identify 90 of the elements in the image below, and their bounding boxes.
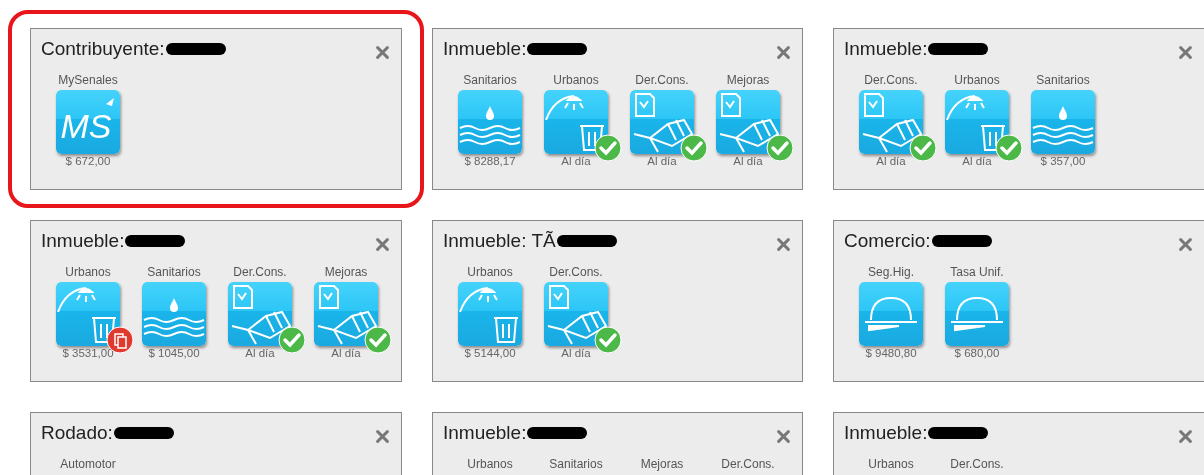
lamp-trash-icon[interactable]: [544, 90, 608, 154]
close-icon[interactable]: [1179, 429, 1192, 443]
card-title: Inmueble:: [41, 230, 125, 252]
redaction-mark: [527, 427, 588, 439]
check-badge-icon: [364, 326, 392, 354]
helmet-icon[interactable]: [945, 282, 1009, 346]
logo-icon[interactable]: MS: [56, 90, 120, 154]
card-title: Inmueble:: [844, 38, 928, 60]
redaction-mark: [125, 235, 186, 247]
redaction-mark: [165, 43, 226, 55]
lamp-trash-icon[interactable]: [945, 90, 1009, 154]
amount-text: Al día: [561, 347, 591, 360]
document-building-icon[interactable]: [314, 282, 378, 346]
amount-text: $ 1045,00: [148, 347, 200, 360]
close-icon[interactable]: [1179, 237, 1192, 251]
redaction-mark: [113, 427, 174, 439]
check-badge-icon: [680, 134, 708, 162]
close-icon[interactable]: [376, 429, 389, 443]
close-icon[interactable]: [777, 429, 790, 443]
card-title: Inmueble:: [443, 38, 527, 60]
tax-label: Mejoras: [726, 73, 770, 88]
amount-text: Al día: [962, 155, 992, 168]
check-badge-icon: [766, 134, 794, 162]
close-icon[interactable]: [376, 237, 389, 251]
lamp-trash-icon[interactable]: [458, 282, 522, 346]
tax-label: Automotor: [60, 457, 116, 472]
tax-label: Sanitarios: [463, 73, 517, 88]
check-badge-icon: [278, 326, 306, 354]
tax-label: Urbanos: [65, 265, 111, 280]
tax-label: Der.Cons.: [549, 265, 603, 280]
document-building-icon[interactable]: [544, 282, 608, 346]
tax-label: Der.Cons.: [635, 73, 689, 88]
redaction-mark: [928, 427, 989, 439]
tax-label: MySenales: [58, 73, 118, 88]
document-building-icon[interactable]: [716, 90, 780, 154]
amount-text: Al día: [331, 347, 361, 360]
amount-text: $ 357,00: [1040, 155, 1086, 168]
tax-label: Mejoras: [324, 265, 368, 280]
check-badge-icon: [594, 134, 622, 162]
redaction-mark: [556, 235, 617, 247]
tax-label: Urbanos: [868, 457, 914, 472]
check-badge-icon: [909, 134, 937, 162]
document-building-icon[interactable]: [228, 282, 292, 346]
tax-label: Der.Cons.: [721, 457, 775, 472]
card-title: Comercio:: [844, 230, 931, 252]
amount-text: Al día: [876, 155, 906, 168]
card-title: Contribuyente:: [41, 38, 165, 60]
tax-label: Seg.Hig.: [868, 265, 914, 280]
helmet-icon[interactable]: [859, 282, 923, 346]
amount-text: $ 672,00: [65, 155, 111, 168]
tax-label: Tasa Unif.: [950, 265, 1004, 280]
tax-label: Urbanos: [467, 265, 513, 280]
tax-label: Urbanos: [467, 457, 513, 472]
lamp-trash-icon[interactable]: [56, 282, 120, 346]
redaction-mark: [931, 235, 992, 247]
tax-label: Der.Cons.: [233, 265, 287, 280]
check-badge-icon: [995, 134, 1023, 162]
amount-text: $ 3531,00: [62, 347, 114, 360]
close-icon[interactable]: [1179, 45, 1192, 59]
amount-text: Al día: [245, 347, 275, 360]
check-badge-icon: [594, 326, 622, 354]
document-building-icon[interactable]: [859, 90, 923, 154]
amount-text: $ 9480,80: [865, 347, 917, 360]
tax-label: Der.Cons.: [950, 457, 1004, 472]
tax-label: Urbanos: [553, 73, 599, 88]
amount-text: $ 5144,00: [464, 347, 516, 360]
close-icon[interactable]: [376, 45, 389, 59]
card-title: Rodado:: [41, 422, 113, 444]
close-icon[interactable]: [777, 45, 790, 59]
tax-label: Sanitarios: [1036, 73, 1090, 88]
card-title: Inmueble:: [443, 422, 527, 444]
tax-label: Sanitarios: [549, 457, 603, 472]
redaction-mark: [928, 43, 989, 55]
tax-label: Mejoras: [640, 457, 684, 472]
close-icon[interactable]: [777, 237, 790, 251]
amount-text: Al día: [647, 155, 677, 168]
redaction-mark: [527, 43, 588, 55]
amount-text: $ 8288,17: [464, 155, 516, 168]
amount-text: $ 680,00: [954, 347, 1000, 360]
water-waves-icon[interactable]: [1031, 90, 1095, 154]
card-title: Inmueble:: [844, 422, 928, 444]
tax-label: Sanitarios: [147, 265, 201, 280]
tax-label: Der.Cons.: [864, 73, 918, 88]
card-title: Inmueble: TÃ: [443, 230, 556, 252]
amount-text: Al día: [733, 155, 763, 168]
document-building-icon[interactable]: [630, 90, 694, 154]
tax-label: Urbanos: [954, 73, 1000, 88]
amount-text: Al día: [561, 155, 591, 168]
water-waves-icon[interactable]: [458, 90, 522, 154]
water-waves-icon[interactable]: [142, 282, 206, 346]
